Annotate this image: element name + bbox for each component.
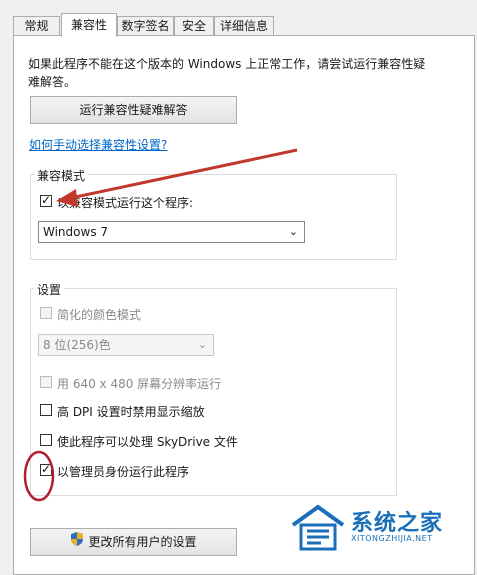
chevron-down-icon: ⌄ xyxy=(197,338,207,351)
compat-mode-label: 以兼容模式运行这个程序: xyxy=(57,196,194,210)
tab-compatibility[interactable]: 兼容性 xyxy=(61,13,117,37)
check-icon: ✓ xyxy=(41,193,52,207)
reduced-color-label: 简化的颜色模式 xyxy=(57,308,142,322)
run-troubleshooter-button[interactable]: 运行兼容性疑难解答 xyxy=(30,96,237,124)
reduced-color-checkbox[interactable] xyxy=(40,307,52,319)
settings-group-label: 设置 xyxy=(34,281,65,298)
skydrive-label: 使此程序可以处理 SkyDrive 文件 xyxy=(57,435,238,449)
tab-strip: 常规 兼容性 数字签名 安全 详细信息 xyxy=(13,13,473,37)
run-as-admin-checkbox[interactable]: ✓ xyxy=(40,462,52,476)
res-640-checkbox[interactable] xyxy=(40,376,52,388)
watermark-name: 系统之家 xyxy=(351,511,444,536)
high-dpi-label: 高 DPI 设置时禁用显示缩放 xyxy=(57,405,205,419)
skydrive-checkbox[interactable] xyxy=(40,434,52,446)
tab-general[interactable]: 常规 xyxy=(13,16,60,35)
os-version-value: Windows 7 xyxy=(43,225,109,239)
tab-digital-signatures[interactable]: 数字签名 xyxy=(117,16,174,35)
tab-security[interactable]: 安全 xyxy=(174,16,214,35)
tab-details[interactable]: 详细信息 xyxy=(214,16,274,35)
watermark-logo: 系统之家 XITONGZHIJIA.NET xyxy=(289,501,469,553)
manual-settings-link[interactable]: 如何手动选择兼容性设置? xyxy=(29,136,167,153)
res-640-label: 用 640 x 480 屏幕分辨率运行 xyxy=(57,377,222,391)
color-depth-select[interactable]: 8 位(256)色 ⌄ xyxy=(38,334,214,356)
shield-icon xyxy=(70,530,84,556)
compat-description: 如果此程序不能在这个版本的 Windows 上正常工作，请尝试运行兼容性疑难解答… xyxy=(28,57,426,89)
high-dpi-checkbox[interactable] xyxy=(40,404,52,416)
watermark-url: XITONGZHIJIA.NET xyxy=(351,534,433,543)
os-version-select[interactable]: Windows 7 ⌄ xyxy=(38,221,305,243)
change-all-users-label: 更改所有用户的设置 xyxy=(88,535,197,549)
compat-mode-group xyxy=(30,174,397,260)
color-depth-value: 8 位(256)色 xyxy=(43,338,111,352)
check-icon: ✓ xyxy=(41,462,52,476)
change-all-users-button[interactable]: 更改所有用户的设置 xyxy=(30,528,237,556)
compat-mode-group-label: 兼容模式 xyxy=(34,167,89,184)
run-as-admin-label: 以管理员身份运行此程序 xyxy=(57,465,190,479)
chevron-down-icon: ⌄ xyxy=(288,225,298,238)
compat-mode-checkbox[interactable]: ✓ xyxy=(40,193,52,207)
house-logo-icon xyxy=(291,504,345,551)
